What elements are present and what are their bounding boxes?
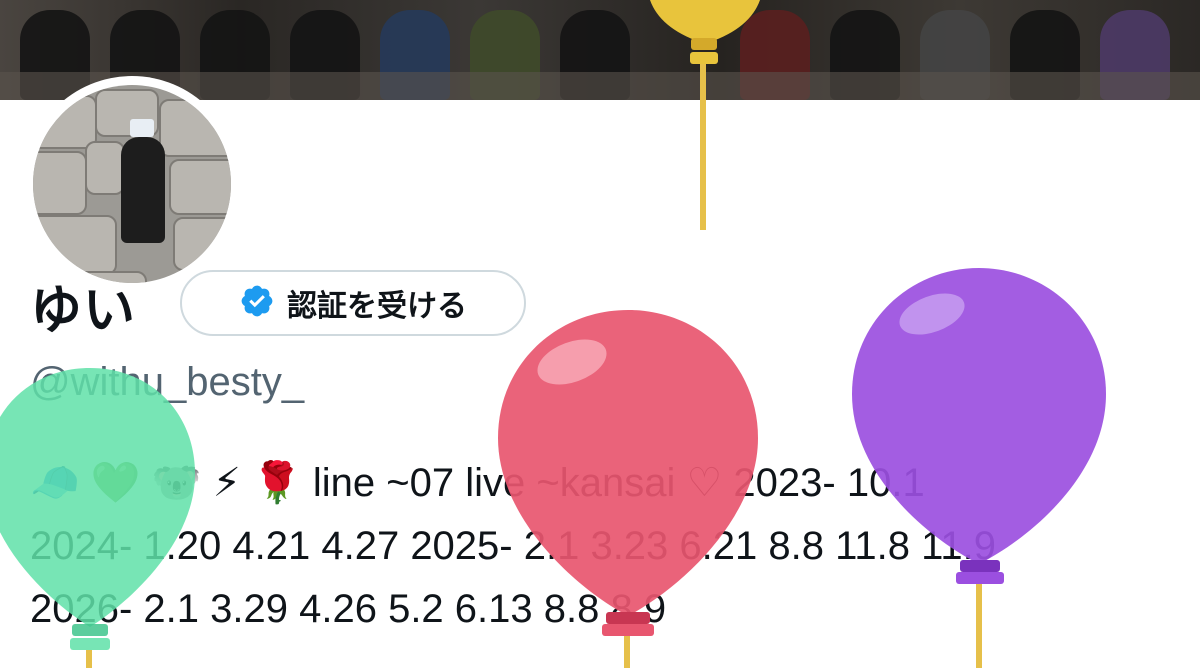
bio-line: 2026- 2.1 3.29 4.26 5.2 6.13 8.8 8.9 bbox=[30, 587, 667, 631]
get-verified-button[interactable]: 認証を受ける bbox=[180, 270, 526, 336]
bio-line: 2024- 1.20 4.21 4.27 2025- 2.1 3.23 6.21… bbox=[30, 524, 996, 568]
profile-banner[interactable] bbox=[0, 0, 1200, 100]
verified-badge-icon bbox=[239, 283, 275, 324]
profile-handle: @withu_besty_ bbox=[30, 360, 305, 404]
profile-avatar[interactable] bbox=[24, 76, 240, 292]
profile-display-name: ゆい bbox=[30, 282, 137, 340]
avatar-figure bbox=[121, 137, 165, 243]
avatar-face-cover bbox=[130, 119, 154, 137]
avatar-photo bbox=[33, 85, 231, 283]
profile-bio: 🧢 💚 🐨 ⚡ 🌹 line ~07 live ~kansai ♡ 2023- … bbox=[30, 452, 1190, 641]
get-verified-label: 認証を受ける bbox=[287, 290, 467, 323]
bio-line: 🧢 💚 🐨 ⚡ 🌹 line ~07 live ~kansai ♡ 2023- … bbox=[30, 461, 925, 505]
